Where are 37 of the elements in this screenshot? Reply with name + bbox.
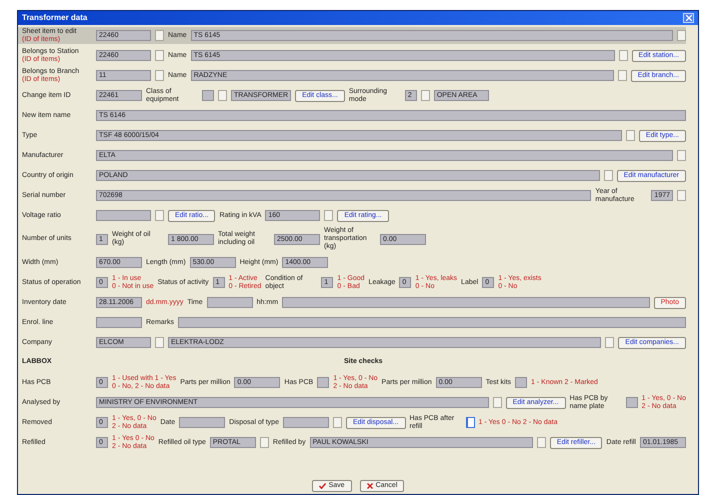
dropdown-button[interactable]	[605, 337, 614, 348]
dropdown-button[interactable]	[155, 70, 164, 81]
dropdown-button[interactable]	[536, 437, 546, 448]
input-field[interactable]	[282, 417, 329, 428]
dropdown-button[interactable]	[324, 210, 334, 221]
cross-icon	[366, 483, 373, 489]
dropdown-button[interactable]	[420, 90, 430, 101]
dropdown-button[interactable]	[218, 90, 227, 101]
input-field[interactable]	[96, 317, 142, 328]
input-field[interactable]	[515, 377, 528, 388]
input-field[interactable]	[626, 397, 638, 408]
dropdown-button[interactable]	[155, 210, 164, 221]
dropdown-button[interactable]	[677, 190, 686, 201]
dropdown-button[interactable]	[155, 50, 164, 61]
input-field[interactable]	[282, 297, 650, 308]
dropdown-button[interactable]	[155, 337, 164, 348]
checkmark-icon	[318, 483, 326, 489]
input-field[interactable]	[96, 210, 151, 221]
dropdown-button[interactable]	[677, 30, 686, 41]
dropdown-button[interactable]	[626, 130, 635, 141]
dropdown-button[interactable]	[492, 397, 502, 408]
dropdown-button[interactable]	[618, 70, 627, 81]
input-field[interactable]	[178, 317, 686, 328]
dropdown-button[interactable]	[677, 150, 686, 161]
dropdown-button[interactable]	[332, 417, 342, 428]
checkbox[interactable]	[466, 417, 474, 428]
dropdown-button[interactable]	[618, 50, 628, 61]
dropdown-button[interactable]	[604, 170, 613, 181]
input-field[interactable]	[317, 377, 330, 388]
close-icon	[686, 15, 692, 21]
input-field[interactable]	[179, 417, 226, 428]
dropdown-button[interactable]	[260, 437, 269, 448]
close-button[interactable]	[683, 13, 694, 23]
dropdown-button[interactable]	[155, 30, 164, 41]
input-field[interactable]	[206, 297, 253, 308]
input-field[interactable]	[202, 90, 214, 101]
window-title: Transformer data	[22, 12, 88, 24]
